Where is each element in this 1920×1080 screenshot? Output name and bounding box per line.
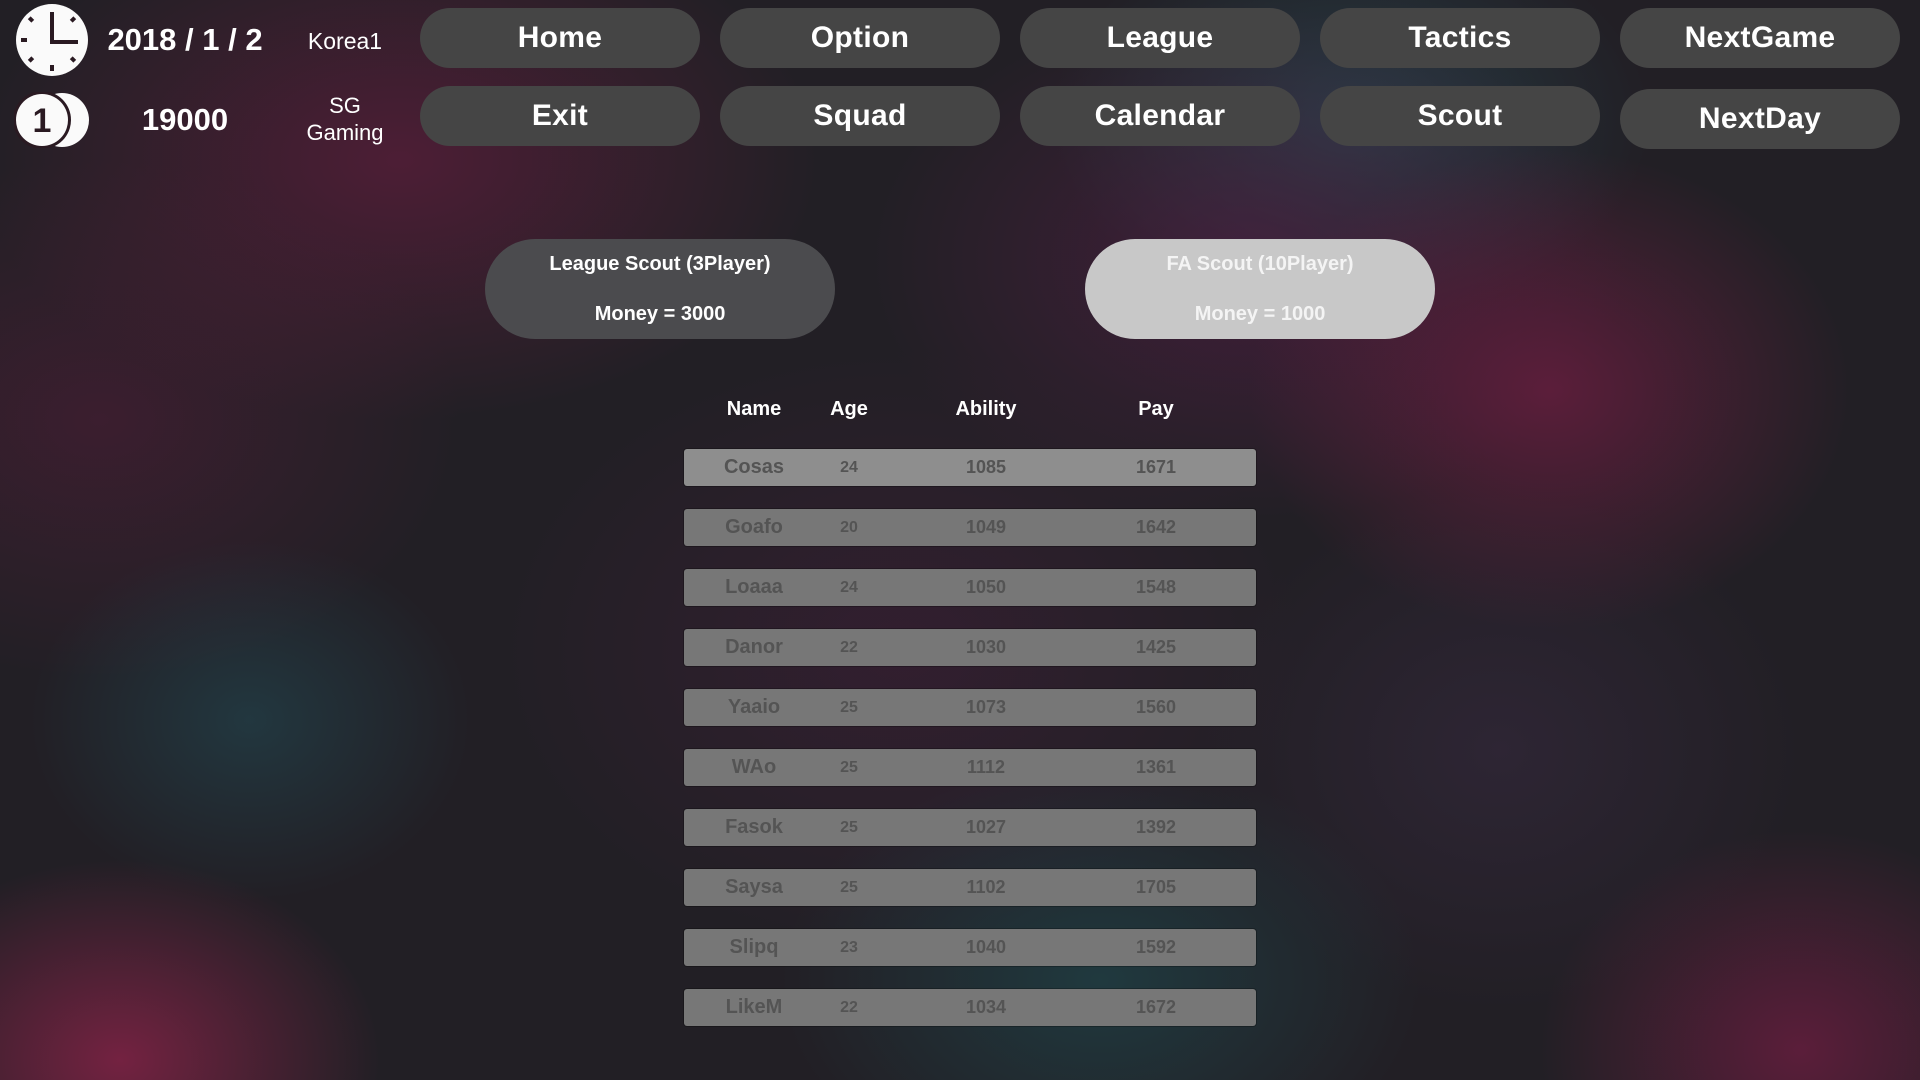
player-table-header: Name Age Ability Pay	[684, 392, 1256, 426]
player-row[interactable]: Yaaio 25 1073 1560	[684, 689, 1256, 726]
player-pay: 1548	[1135, 577, 1177, 597]
home-button[interactable]: Home	[420, 8, 700, 68]
player-row[interactable]: Slipq 23 1040 1592	[684, 929, 1256, 966]
option-button[interactable]: Option	[720, 8, 1000, 68]
player-name: WAo	[731, 756, 777, 778]
coin-icon: 1	[14, 92, 89, 148]
calendar-button[interactable]: Calendar	[1020, 86, 1300, 146]
player-name: LikeM	[725, 996, 783, 1018]
player-name: Slipq	[729, 936, 779, 958]
player-pay: 1642	[1135, 517, 1177, 537]
player-pay: 1425	[1135, 637, 1177, 657]
player-ability: 1034	[965, 997, 1007, 1017]
player-name: Cosas	[723, 456, 785, 478]
player-pay: 1392	[1135, 817, 1177, 837]
player-age: 25	[840, 879, 858, 896]
player-age: 22	[840, 999, 858, 1016]
player-pay: 1705	[1135, 877, 1177, 897]
player-pay: 1361	[1135, 757, 1177, 777]
player-pay: 1560	[1135, 697, 1177, 717]
player-age: 25	[840, 759, 858, 776]
player-name: Loaaa	[725, 576, 783, 598]
scout-button[interactable]: Scout	[1320, 86, 1600, 146]
squad-button[interactable]: Squad	[720, 86, 1000, 146]
header-name: Name	[726, 398, 782, 420]
player-ability: 1030	[965, 637, 1007, 657]
league-button[interactable]: League	[1020, 8, 1300, 68]
current-date: 2018 / 1 / 2	[107, 22, 263, 57]
player-row[interactable]: LikeM 22 1034 1672	[684, 989, 1256, 1026]
team-name-line2: Gaming	[306, 120, 384, 145]
player-row[interactable]: Loaaa 24 1050 1548	[684, 569, 1256, 606]
player-name: Danor	[725, 636, 783, 658]
player-pay: 1672	[1135, 997, 1177, 1017]
player-pay: 1592	[1135, 937, 1177, 957]
league-scout-button[interactable]: League Scout (3Player) Money = 3000	[485, 239, 835, 339]
fa-scout-cost: Money = 1000	[1194, 303, 1326, 325]
player-age: 20	[840, 519, 858, 536]
player-ability: 1049	[965, 517, 1007, 537]
player-name: Saysa	[725, 876, 783, 898]
league-scout-title: League Scout (3Player)	[549, 253, 771, 275]
tactics-button[interactable]: Tactics	[1320, 8, 1600, 68]
player-row[interactable]: Cosas 24 1085 1671	[684, 449, 1256, 486]
player-ability: 1040	[965, 937, 1007, 957]
player-ability: 1102	[966, 877, 1006, 897]
player-row[interactable]: WAo 25 1112 1361	[684, 749, 1256, 786]
player-row[interactable]: Goafo 20 1049 1642	[684, 509, 1256, 546]
league-scout-cost: Money = 3000	[594, 303, 726, 325]
player-ability: 1050	[965, 577, 1007, 597]
team-name-line1: SG	[329, 93, 361, 118]
player-row[interactable]: Danor 22 1030 1425	[684, 629, 1256, 666]
player-name: Goafo	[725, 516, 783, 538]
player-ability: 1073	[965, 697, 1007, 717]
header-ability: Ability	[955, 398, 1017, 420]
player-name: Yaaio	[727, 696, 781, 718]
clock-icon	[16, 4, 88, 76]
exit-button[interactable]: Exit	[420, 86, 700, 146]
svg-text:1: 1	[33, 102, 52, 140]
team-money: 19000	[141, 102, 229, 137]
player-row[interactable]: Saysa 25 1102 1705	[684, 869, 1256, 906]
header-pay: Pay	[1138, 398, 1174, 420]
player-name: Fasok	[725, 816, 783, 838]
league-name: Korea1	[307, 28, 383, 54]
player-age: 24	[840, 579, 858, 596]
team-name: SG Gaming	[290, 92, 400, 146]
next-game-button[interactable]: NextGame	[1620, 8, 1900, 68]
player-age: 22	[840, 639, 858, 656]
player-age: 25	[840, 699, 858, 716]
fa-scout-button[interactable]: FA Scout (10Player) Money = 1000	[1085, 239, 1435, 339]
header-age: Age	[830, 398, 868, 420]
player-row[interactable]: Fasok 25 1027 1392	[684, 809, 1256, 846]
player-ability: 1027	[965, 817, 1007, 837]
player-ability: 1085	[965, 457, 1007, 477]
next-day-button[interactable]: NextDay	[1620, 89, 1900, 149]
fa-scout-title: FA Scout (10Player)	[1166, 253, 1354, 275]
player-age: 23	[840, 939, 858, 956]
player-pay: 1671	[1135, 457, 1177, 477]
player-ability: 1112	[966, 757, 1006, 777]
player-age: 25	[840, 819, 858, 836]
player-age: 24	[840, 459, 858, 476]
